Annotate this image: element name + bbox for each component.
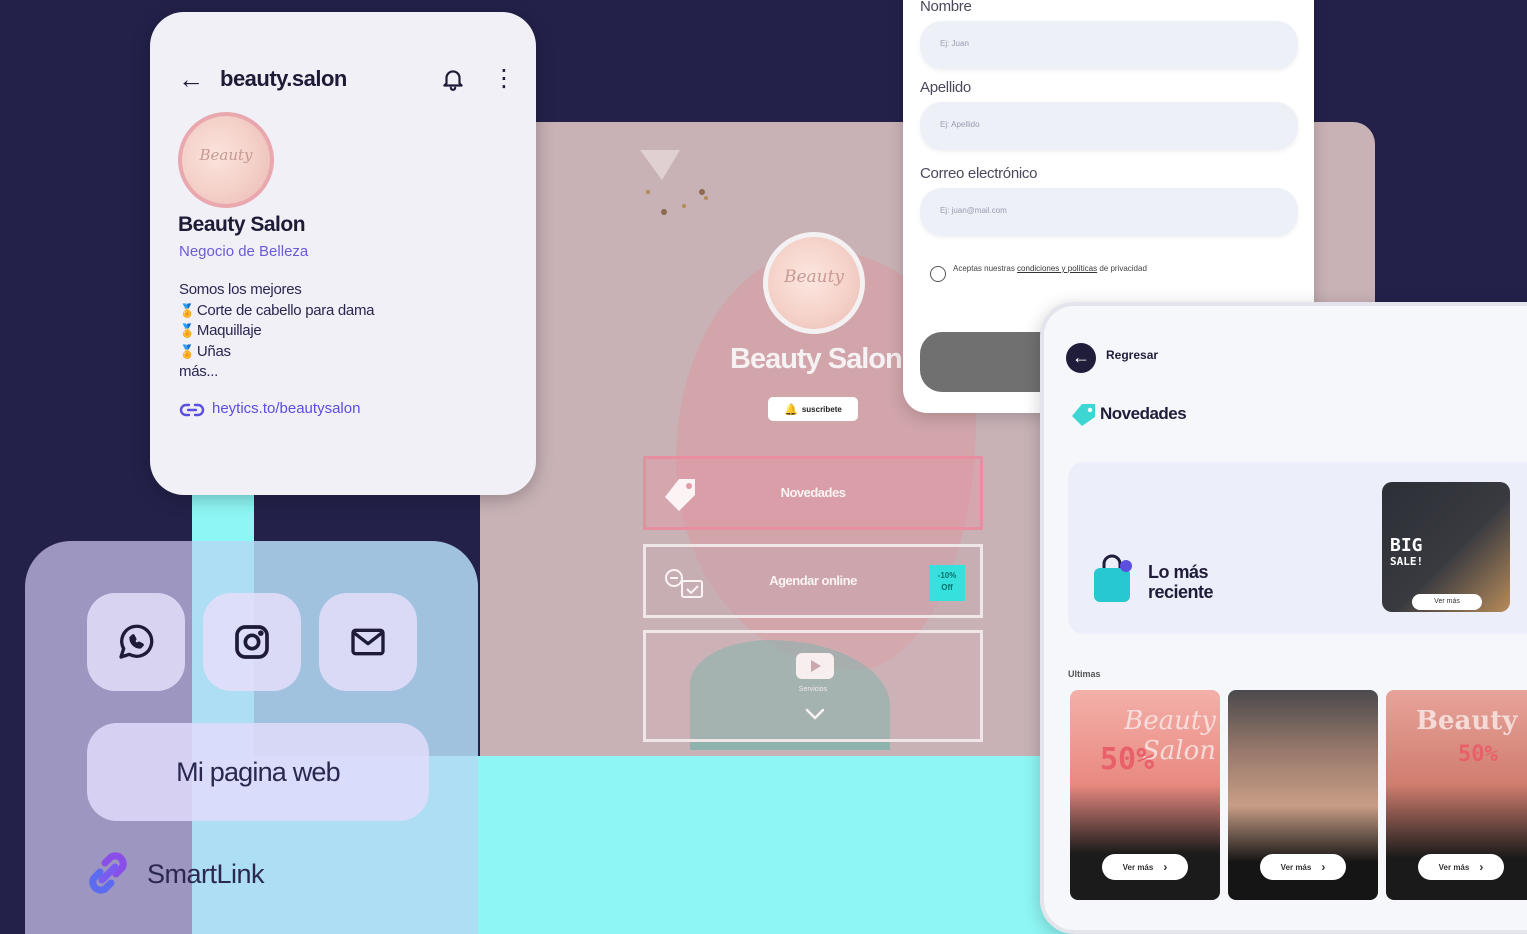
accept-text: Aceptas nuestras condiciones y políticas… xyxy=(953,264,1147,273)
play-icon xyxy=(796,653,834,679)
profile-avatar: Beauty xyxy=(178,112,274,208)
whatsapp-icon xyxy=(119,624,154,659)
post-discount: 50% xyxy=(1458,742,1498,767)
nombre-field[interactable]: Ej: Juan xyxy=(920,21,1298,69)
whatsapp-button[interactable] xyxy=(87,593,185,691)
bell-icon: 🔔 xyxy=(784,403,798,416)
novedades-label: Novedades xyxy=(780,485,846,500)
bio-more[interactable]: más... xyxy=(179,362,479,383)
post-view-more-button[interactable]: Ver más › xyxy=(1418,854,1504,880)
profile-link-text[interactable]: heytics.to/beautysalon xyxy=(212,400,360,417)
email-button[interactable] xyxy=(319,593,417,691)
medal-icon: 🏅 xyxy=(179,302,195,318)
back-button[interactable] xyxy=(1066,343,1096,373)
mail-icon xyxy=(351,628,385,656)
website-button[interactable]: Mi pagina web xyxy=(87,723,429,821)
back-label[interactable]: Regresar xyxy=(1106,348,1158,362)
bio-item: 🏅 Corte de cabello para dama xyxy=(179,301,375,319)
accept-checkbox[interactable] xyxy=(930,266,946,282)
avatar-logo-text: Beauty xyxy=(783,267,845,287)
post-discount: 50% xyxy=(1100,742,1155,777)
terms-link[interactable]: condiciones y políticas xyxy=(1017,264,1097,273)
sale-view-more-button[interactable]: Ver más xyxy=(1412,594,1482,610)
latest-banner[interactable]: Lo más reciente BIG SALE! Ver más xyxy=(1068,462,1527,634)
novedades-button[interactable]: Novedades xyxy=(643,456,983,530)
promo-badge: -10% Off xyxy=(929,565,965,601)
phone-topbar: ← beauty.salon ⋮ xyxy=(178,64,516,94)
news-card: Regresar Novedades Lo más reciente BIG S… xyxy=(1040,302,1527,934)
bell-icon[interactable] xyxy=(440,66,466,92)
chevron-right-icon: › xyxy=(1163,860,1168,874)
instagram-icon xyxy=(235,625,269,659)
chevron-right-icon: › xyxy=(1479,860,1484,874)
tag-icon xyxy=(1072,404,1095,426)
profile-phone-card: ← beauty.salon ⋮ Beauty Beauty Salon Neg… xyxy=(150,12,536,495)
nombre-label: Nombre xyxy=(920,0,972,15)
center-profile-avatar: Beauty xyxy=(763,232,865,334)
news-post[interactable]: Beauty 50% Ver más › xyxy=(1386,690,1527,900)
email-field[interactable]: Ej: juan@mail.com xyxy=(920,188,1298,236)
back-arrow-icon[interactable]: ← xyxy=(178,64,206,94)
section-label: Ultimas xyxy=(1068,669,1101,679)
avatar-logo-text: Beauty xyxy=(199,146,253,164)
bio-intro: Somos los mejores xyxy=(179,281,302,298)
medal-icon: 🏅 xyxy=(179,343,195,359)
instagram-button[interactable] xyxy=(203,593,301,691)
chevron-right-icon: › xyxy=(1321,860,1326,874)
apellido-field[interactable]: Ej: Apellido xyxy=(920,102,1298,150)
banner-text: Lo más reciente xyxy=(1148,562,1214,602)
big-sale-image: BIG SALE! Ver más xyxy=(1382,482,1510,612)
post-view-more-button[interactable]: Ver más › xyxy=(1102,854,1188,880)
bio-item: 🏅 Uñas xyxy=(179,342,231,360)
news-title: Novedades xyxy=(1100,404,1187,423)
profile-handle: beauty.salon xyxy=(220,66,347,91)
medal-icon: 🏅 xyxy=(179,323,195,338)
center-business-name: Beauty Salon xyxy=(730,343,903,375)
sale-text: BIG SALE! xyxy=(1390,535,1424,569)
apellido-label: Apellido xyxy=(920,79,971,96)
video-label: Servicios xyxy=(798,686,828,693)
post-view-more-button[interactable]: Ver más › xyxy=(1260,854,1346,880)
decorative-flowers xyxy=(640,150,708,215)
bio-item: 🏅 Maquillaje xyxy=(179,322,262,339)
post-title: Beauty xyxy=(1416,706,1518,736)
news-post[interactable]: Ver más › xyxy=(1228,690,1378,900)
news-post[interactable]: Beauty Salon 50% Ver más › xyxy=(1070,690,1220,900)
link-icon xyxy=(179,403,205,417)
business-category: Negocio de Belleza xyxy=(179,243,309,260)
more-options-icon[interactable]: ⋮ xyxy=(492,66,516,92)
subscribe-button[interactable]: 🔔 suscribete xyxy=(768,397,858,421)
chevron-down-icon xyxy=(805,708,825,720)
correo-label: Correo electrónico xyxy=(920,165,1038,182)
smartlink-name: SmartLink xyxy=(147,859,265,889)
smartlink-logo-icon xyxy=(89,852,127,894)
business-name: Beauty Salon xyxy=(178,213,306,236)
profile-bio: Somos los mejores 🏅 Corte de cabello para… xyxy=(179,280,479,383)
agendar-online-button[interactable]: Agendar online -10% Off xyxy=(643,544,983,618)
contact-card-content: Mi pagina web SmartLink xyxy=(25,541,478,934)
shopping-bag-icon xyxy=(1094,554,1132,602)
video-button[interactable]: Servicios xyxy=(643,630,983,742)
